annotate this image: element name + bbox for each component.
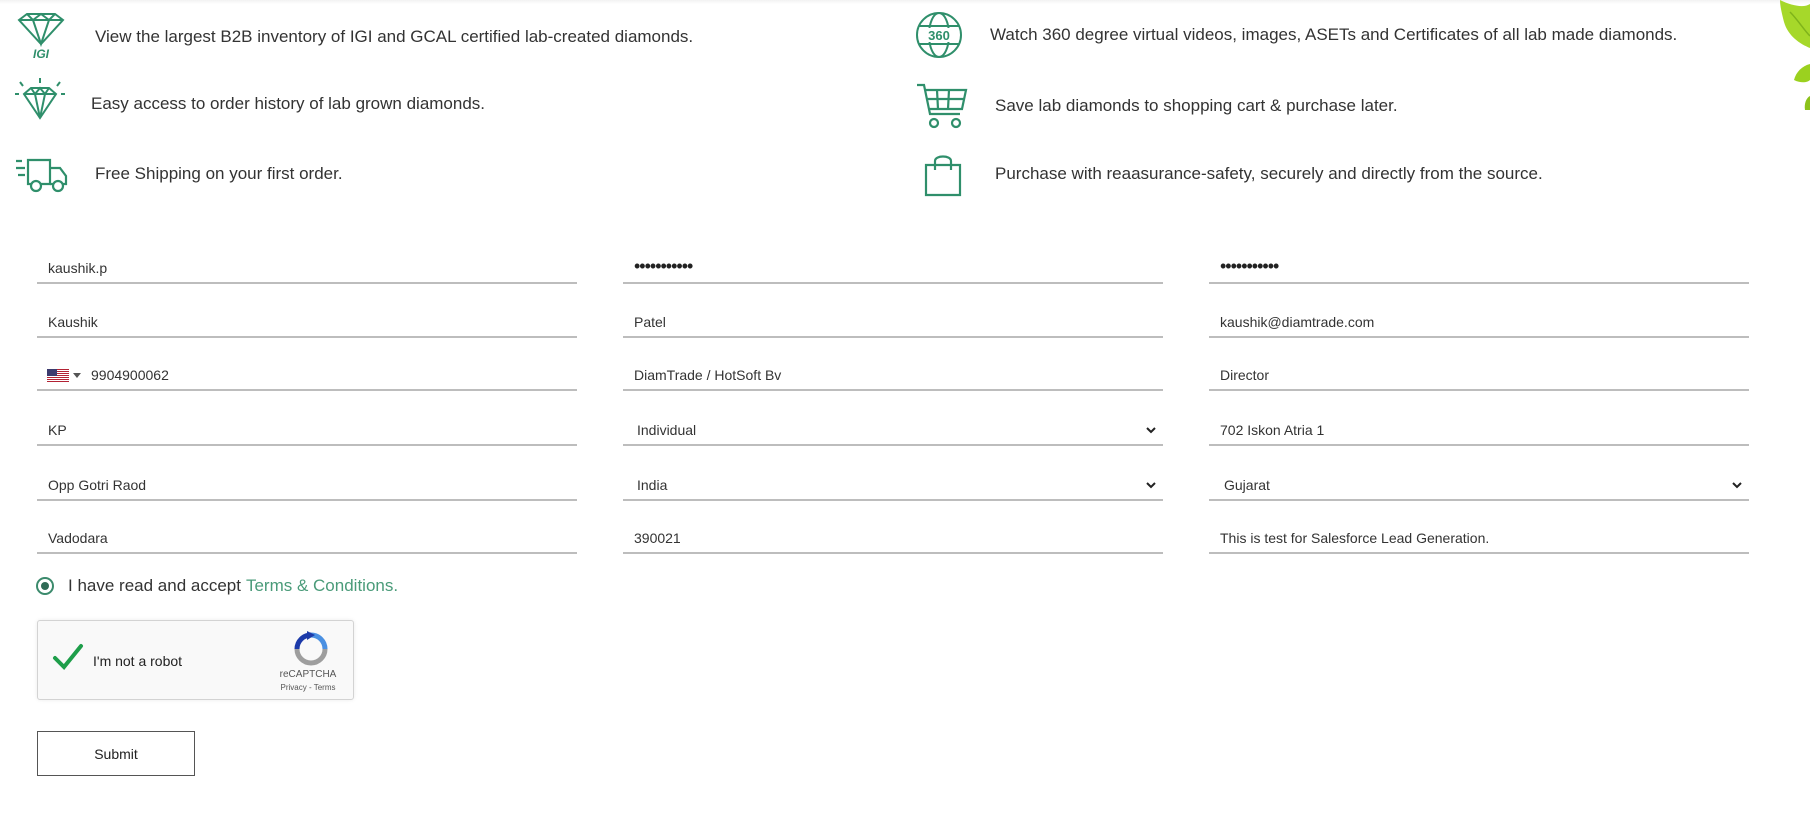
recaptcha-privacy-terms-link[interactable]: Privacy - Terms — [268, 683, 348, 692]
country-value: India — [637, 477, 668, 493]
business-type-select[interactable]: Individual — [623, 416, 1163, 446]
terms-link[interactable]: Terms & Conditions. — [246, 576, 398, 596]
short-name-value: KP — [48, 422, 67, 438]
svg-text:IGI: IGI — [33, 47, 50, 60]
zip-field[interactable]: 390021 — [623, 524, 1163, 554]
recaptcha-logo-icon — [294, 631, 328, 666]
company-field[interactable]: DiamTrade / HotSoft Bv — [623, 361, 1163, 391]
username-field[interactable]: kaushik.p — [37, 254, 577, 284]
confirm-password-field[interactable]: ••••••••••• — [1209, 254, 1749, 284]
password-value: ••••••••••• — [634, 256, 693, 276]
state-select[interactable]: Gujarat — [1209, 471, 1749, 501]
chevron-down-icon — [1146, 482, 1156, 489]
delivery-truck-icon — [16, 158, 68, 193]
us-flag-icon — [47, 369, 69, 382]
address-line2-value: Opp Gotri Raod — [48, 477, 147, 493]
email-field[interactable]: kaushik@diamtrade.com — [1209, 308, 1749, 338]
recaptcha-widget: I'm not a robot reCAPTCHA Privacy - Term… — [37, 620, 354, 700]
diamond-icon — [15, 78, 65, 120]
first-name-field[interactable]: Kaushik — [37, 308, 577, 338]
last-name-value: Patel — [634, 314, 666, 330]
chevron-down-icon — [1732, 482, 1742, 489]
first-name-value: Kaushik — [48, 314, 98, 330]
terms-row: I have read and accept Terms & Condition… — [36, 574, 398, 598]
city-value: Vadodara — [48, 530, 108, 546]
password-field[interactable]: ••••••••••• — [623, 254, 1163, 284]
recaptcha-label: I'm not a robot — [93, 653, 183, 669]
company-value: DiamTrade / HotSoft Bv — [634, 367, 782, 383]
feature-text: Save lab diamonds to shopping cart & pur… — [995, 96, 1398, 115]
shopping-bag-icon — [924, 155, 962, 197]
feature-text: Free Shipping on your first order. — [95, 164, 343, 183]
leaves-decoration — [1780, 0, 1810, 110]
shopping-cart-icon — [917, 83, 968, 129]
globe-360-icon: 360 — [916, 12, 962, 58]
business-type-value: Individual — [637, 422, 697, 438]
email-value: kaushik@diamtrade.com — [1220, 314, 1375, 330]
username-value: kaushik.p — [48, 260, 108, 276]
chevron-down-icon — [1146, 427, 1156, 434]
zip-value: 390021 — [634, 530, 681, 546]
address-line2-field[interactable]: Opp Gotri Raod — [37, 471, 577, 501]
last-name-field[interactable]: Patel — [623, 308, 1163, 338]
feature-text: Easy access to order history of lab grow… — [91, 94, 486, 113]
city-field[interactable]: Vadodara — [37, 524, 577, 554]
submit-button[interactable]: Submit — [37, 731, 195, 776]
phone-value: 9904900062 — [91, 367, 169, 383]
address-line1-field[interactable]: 702 Iskon Atria 1 — [1209, 416, 1749, 446]
checkmark-icon[interactable] — [52, 641, 84, 673]
short-name-field[interactable]: KP — [37, 416, 577, 446]
feature-text: Watch 360 degree virtual videos, images,… — [990, 25, 1678, 44]
country-select[interactable]: India — [623, 471, 1163, 501]
address-line1-value: 702 Iskon Atria 1 — [1220, 422, 1325, 438]
feature-text: Purchase with reaasurance-safety, secure… — [995, 164, 1543, 183]
comments-value: This is test for Salesforce Lead Generat… — [1220, 530, 1490, 546]
recaptcha-brand: reCAPTCHA — [279, 669, 337, 680]
igi-diamond-icon: IGI — [17, 12, 65, 60]
phone-field[interactable]: 9904900062 — [37, 361, 577, 391]
top-shadow — [0, 0, 1810, 4]
designation-value: Director — [1220, 367, 1270, 383]
state-value: Gujarat — [1224, 477, 1270, 493]
designation-field[interactable]: Director — [1209, 361, 1749, 391]
svg-text:360: 360 — [928, 28, 950, 43]
terms-accept-radio[interactable] — [36, 577, 54, 595]
chevron-down-icon — [73, 373, 81, 378]
feature-text: View the largest B2B inventory of IGI an… — [95, 27, 694, 46]
terms-label: I have read and accept — [68, 576, 241, 595]
confirm-password-value: ••••••••••• — [1220, 256, 1279, 276]
comments-field[interactable]: This is test for Salesforce Lead Generat… — [1209, 524, 1749, 554]
